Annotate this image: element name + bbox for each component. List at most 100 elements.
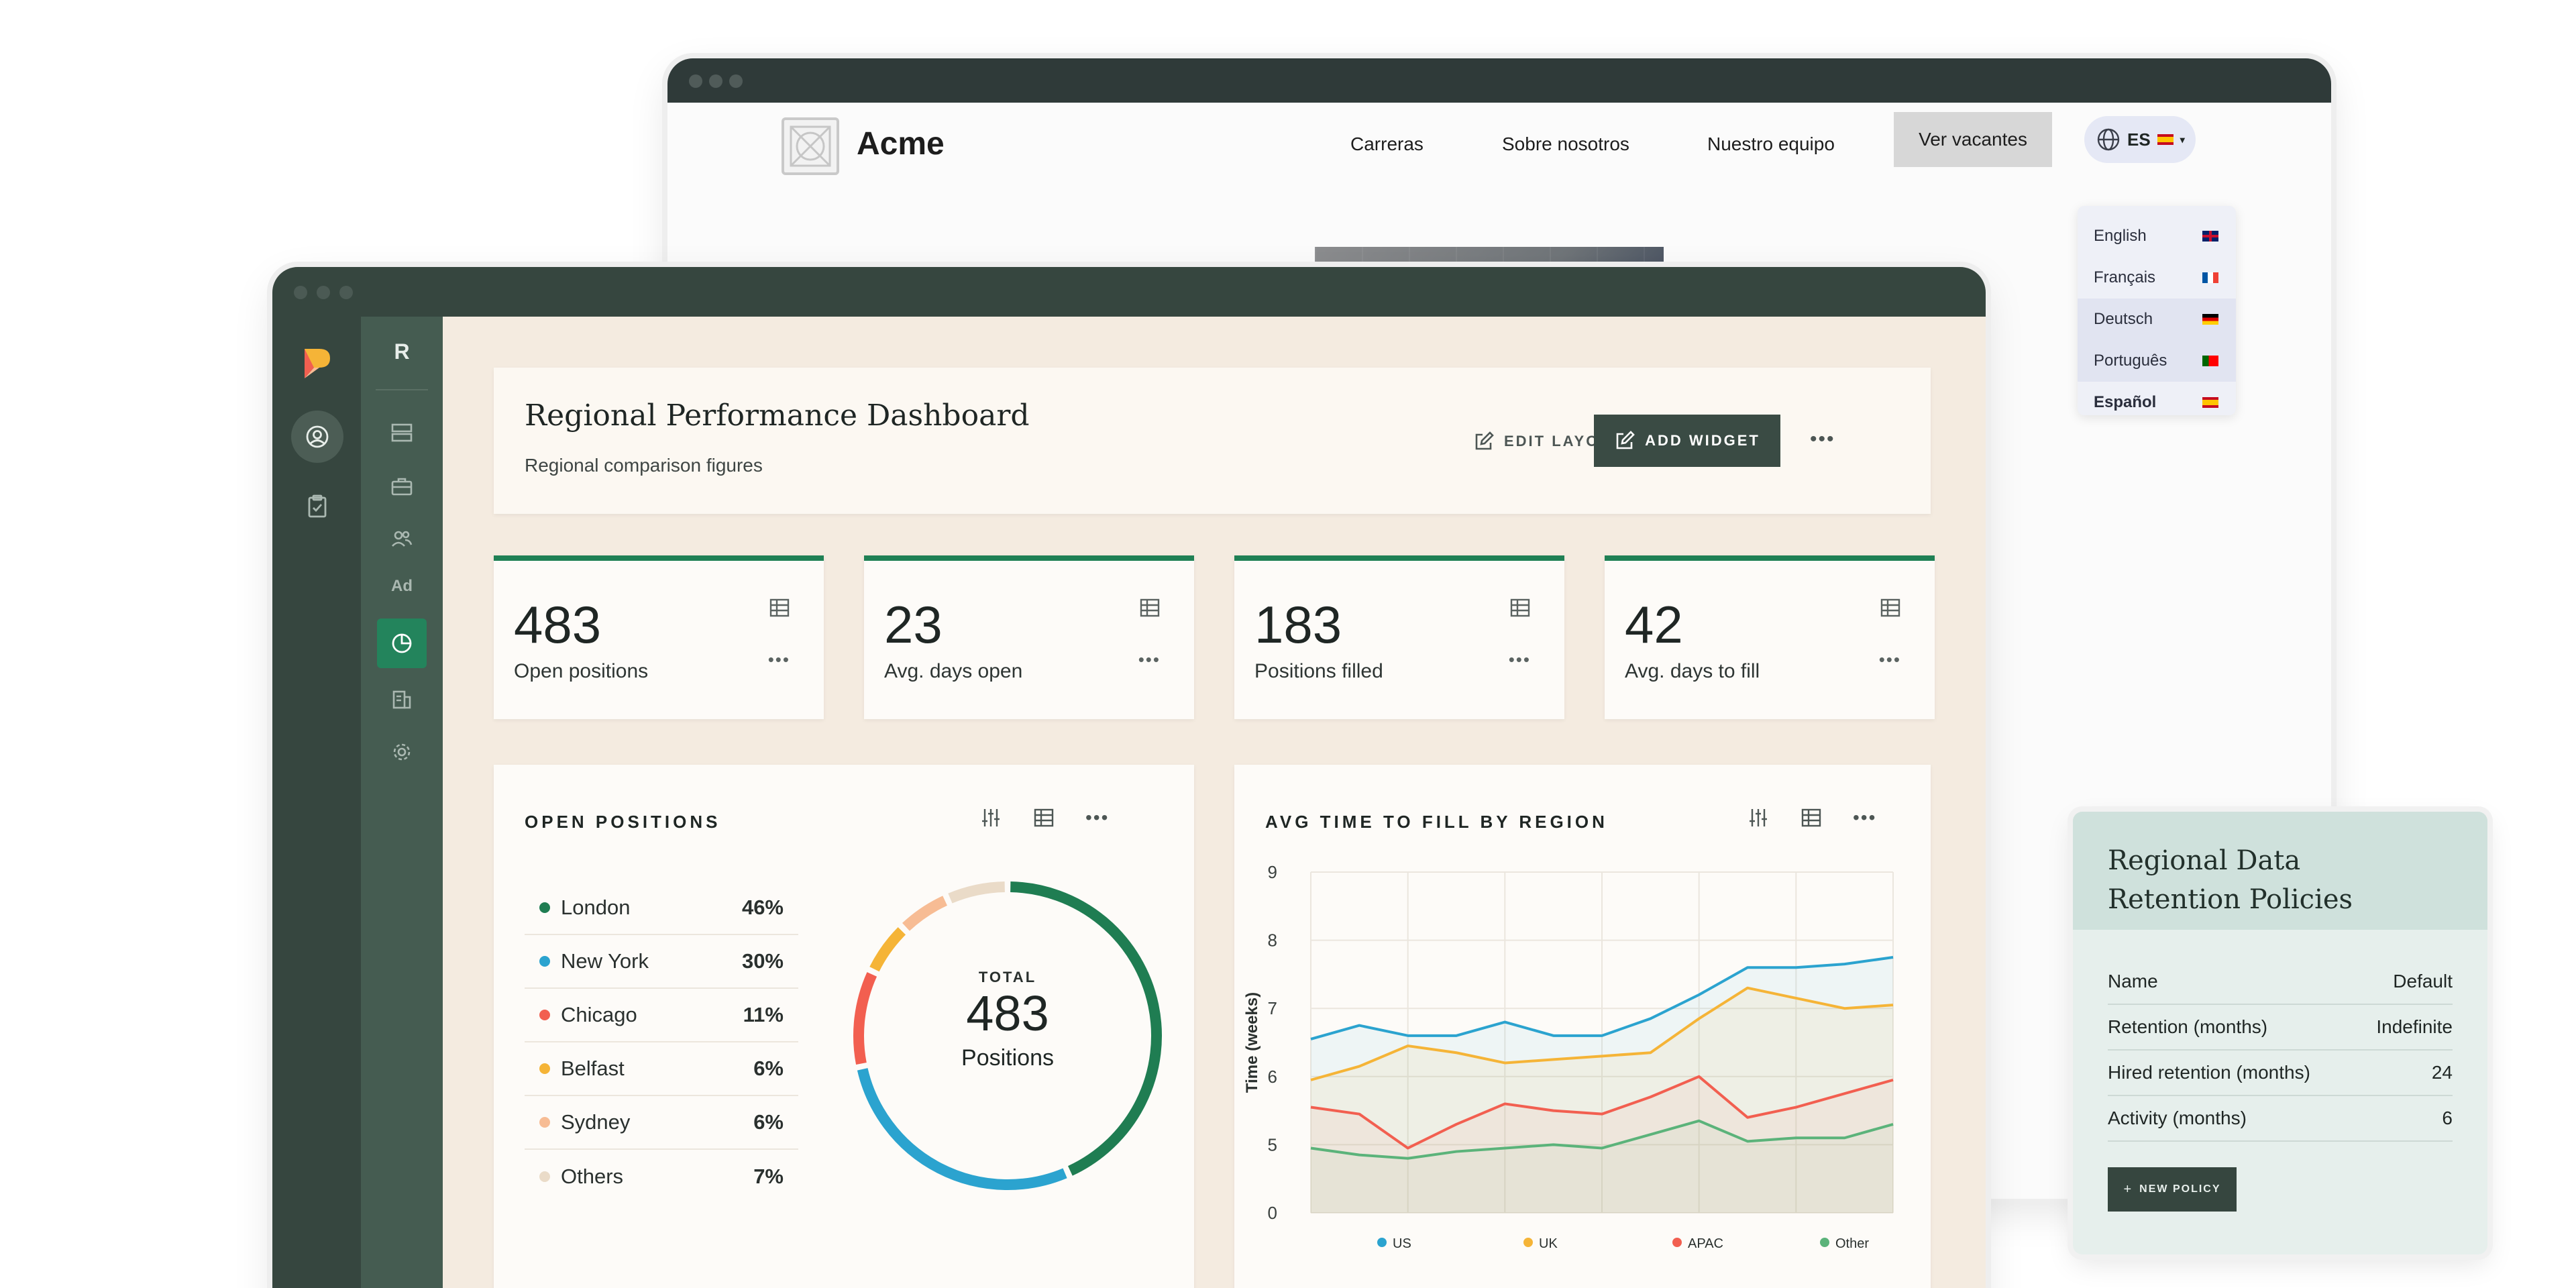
people-nav-button[interactable] [386, 523, 417, 554]
kpi-label: Open positions [514, 660, 649, 682]
policy-field-value: Default [2393, 971, 2453, 991]
legend-row[interactable]: Others 7% [525, 1150, 798, 1203]
filter-sliders-icon[interactable] [1747, 806, 1770, 829]
legend-row[interactable]: New York 30% [525, 935, 798, 989]
avg-time-panel: AVG TIME TO FILL BY REGION ••• 0 5 6 7 8 9 Tim… [1234, 765, 1931, 1288]
briefcase-icon [391, 478, 413, 496]
layout-nav-button[interactable] [386, 417, 417, 448]
kpi-label: Avg. days open [884, 660, 1023, 682]
donut-slice-others [948, 881, 1006, 904]
clipboard-check-icon [308, 494, 327, 518]
flag-es-icon [2202, 397, 2218, 408]
table-icon[interactable] [1509, 597, 1531, 619]
reports-nav-button[interactable] [377, 619, 427, 668]
tasks-nav-button[interactable] [291, 480, 343, 533]
policy-field-label: Activity (months) [2108, 1108, 2247, 1128]
donut-slice-belfast [869, 927, 906, 972]
table-icon[interactable] [769, 597, 790, 619]
legend-row[interactable]: London 46% [525, 881, 798, 935]
add-widget-label: ADD WIDGET [1645, 432, 1760, 449]
workspace-initial[interactable]: R [390, 339, 413, 364]
jobs-nav-button[interactable] [386, 471, 417, 502]
language-option-label: Deutsch [2094, 310, 2153, 328]
legend-percent: 30% [741, 949, 784, 973]
chevron-down-icon: ▾ [2180, 133, 2185, 145]
language-dropdown: English Français Deutsch Português Españ… [2078, 206, 2236, 415]
legend-row[interactable]: Chicago 11% [525, 989, 798, 1042]
window-dot [709, 74, 722, 88]
table-icon[interactable] [1801, 807, 1822, 828]
legend-row[interactable]: Belfast 6% [525, 1042, 798, 1096]
open-positions-panel: OPEN POSITIONS ••• London 46% New York 30% C… [494, 765, 1194, 1288]
language-selector[interactable]: ES ▾ [2084, 116, 2196, 163]
language-option-deutsch[interactable]: Deutsch [2078, 299, 2236, 340]
y-tick-label: 0 [1268, 1203, 1277, 1223]
line-chart: 0 5 6 7 8 9 Time (weeks) US UK APAC Other [1243, 862, 1894, 1251]
dashboard-header: Regional Performance Dashboard Regional … [494, 368, 1931, 514]
acme-logo-icon[interactable] [782, 117, 839, 175]
policy-title-line: Retention Policies [2108, 884, 2353, 915]
policy-row: Hired retention (months) 24 [2108, 1051, 2453, 1096]
flag-fr-icon [2202, 272, 2218, 283]
site-logo-text[interactable]: Acme [857, 125, 945, 162]
legend-percent: 7% [753, 1165, 784, 1188]
more-options-icon[interactable]: ••• [1853, 807, 1876, 828]
y-tick-label: 9 [1268, 862, 1277, 882]
table-icon[interactable] [1139, 597, 1161, 619]
candidates-nav-button[interactable] [291, 411, 343, 463]
panel-title: AVG TIME TO FILL BY REGION [1265, 812, 1608, 832]
documents-nav-button[interactable] [386, 684, 417, 715]
donut-slice-sydney [902, 896, 948, 931]
dashboard-window: R Ad Regional Performance Dashboard Regi… [272, 267, 1986, 1288]
more-options-icon[interactable]: ••• [1879, 649, 1901, 670]
nav-link-nuestro-equipo[interactable]: Nuestro equipo [1707, 133, 1835, 155]
page-title: Regional Performance Dashboard [525, 398, 1030, 433]
more-options-icon[interactable]: ••• [1509, 649, 1531, 670]
legend-dot [539, 902, 550, 913]
language-option-portugues[interactable]: Português [2078, 340, 2236, 382]
legend-percent: 11% [743, 1003, 784, 1026]
settings-nav-button[interactable] [386, 737, 417, 767]
legend-label: Others [561, 1165, 624, 1188]
language-option-francais[interactable]: Français [2078, 257, 2236, 299]
policy-field-label: Retention (months) [2108, 1016, 2268, 1037]
legend-label: Chicago [561, 1003, 637, 1026]
kpi-label: Avg. days to fill [1625, 660, 1760, 682]
legend-dot [1820, 1238, 1829, 1247]
table-icon[interactable] [1033, 807, 1055, 828]
nav-link-sobre-nosotros[interactable]: Sobre nosotros [1502, 133, 1629, 155]
user-circle-icon [306, 425, 329, 448]
flag-es-icon [2157, 134, 2174, 145]
view-jobs-button[interactable]: Ver vacantes [1894, 112, 2052, 167]
y-tick-label: 7 [1268, 998, 1277, 1018]
window-dot [729, 74, 743, 88]
legend-label: Sydney [561, 1110, 631, 1134]
more-options-icon[interactable]: ••• [768, 649, 790, 670]
table-icon[interactable] [1880, 597, 1901, 619]
rows-icon [391, 423, 413, 442]
add-widget-button[interactable]: ADD WIDGET [1594, 415, 1780, 467]
filter-sliders-icon[interactable] [979, 806, 1002, 829]
gear-icon [393, 743, 411, 761]
more-options-icon[interactable]: ••• [1810, 428, 1835, 451]
legend-label: Belfast [561, 1057, 625, 1080]
kpi-value: 42 [1625, 595, 1683, 654]
divider [376, 389, 428, 390]
legend-label: London [561, 896, 631, 919]
panel-title: OPEN POSITIONS [525, 812, 721, 832]
primary-rail [272, 317, 361, 1288]
language-option-espanol[interactable]: Español [2078, 382, 2236, 423]
language-option-english[interactable]: English [2078, 215, 2236, 257]
legend-percent: 6% [753, 1057, 784, 1080]
more-options-icon[interactable]: ••• [1085, 807, 1109, 828]
app-logo-icon[interactable] [299, 346, 335, 381]
policy-row: Activity (months) 6 [2108, 1096, 2453, 1142]
new-policy-button[interactable]: + NEW POLICY [2108, 1167, 2237, 1212]
legend-row[interactable]: Sydney 6% [525, 1096, 798, 1150]
flag-uk-icon [2202, 231, 2218, 241]
building-icon [392, 690, 411, 709]
nav-link-carreras[interactable]: Carreras [1350, 133, 1424, 155]
more-options-icon[interactable]: ••• [1138, 649, 1161, 670]
donut-slice-new-york [857, 1068, 1067, 1190]
ads-nav-button[interactable]: Ad [380, 577, 424, 596]
